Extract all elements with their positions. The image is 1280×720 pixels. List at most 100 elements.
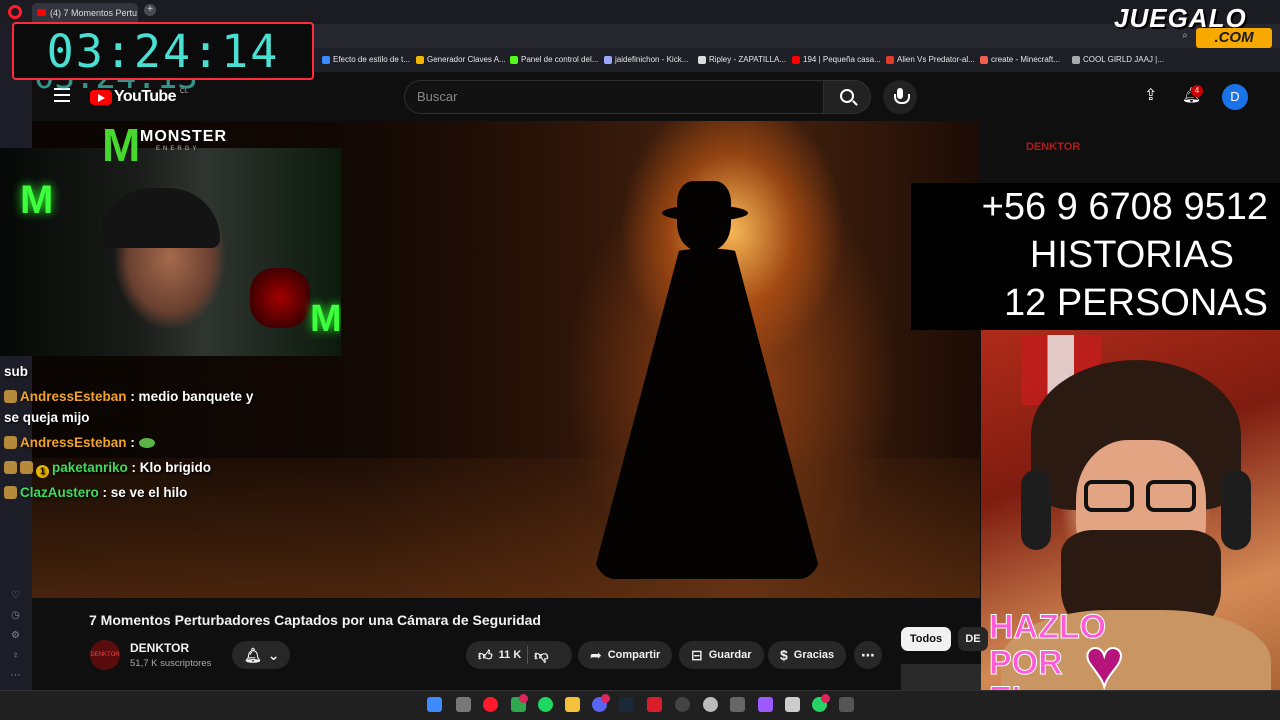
new-tab-button[interactable]: +	[144, 4, 156, 16]
shield-icon	[886, 55, 894, 64]
webcam-red-light	[250, 268, 310, 328]
bookmark-item[interactable]: 194 | Pequeña casa...	[792, 55, 881, 64]
bookmark-item[interactable]: jaidefinichon - Kick...	[604, 55, 688, 64]
hazlo-line: POR	[989, 644, 1064, 682]
channel-name[interactable]: DENKTOR	[130, 641, 189, 655]
chat-message: AndressEsteban :	[4, 435, 155, 450]
avatar[interactable]: D	[1222, 84, 1248, 110]
chat-message: AndressEsteban : medio banquete y	[4, 389, 253, 404]
recommended-thumbnail[interactable]	[901, 664, 981, 690]
notepad-icon[interactable]	[785, 697, 800, 712]
history-icon[interactable]: ◷	[10, 610, 21, 621]
globe-icon	[604, 55, 612, 64]
youtube-logo[interactable]: YouTube CL	[90, 88, 189, 106]
chat-user[interactable]: paketanriko	[52, 460, 128, 475]
notification-dot	[519, 694, 528, 703]
thanks-icon: $	[780, 647, 788, 663]
app-icon[interactable]	[758, 697, 773, 712]
lightbulb-icon[interactable]: ♀	[10, 650, 21, 661]
chevron-down-icon: ⌄	[267, 647, 280, 663]
bell-icon: 🔔︎	[244, 647, 262, 663]
chat-message: se queja mijo	[4, 410, 90, 425]
chat-user[interactable]: AndressEsteban	[20, 389, 127, 404]
headphone-icon	[1221, 470, 1251, 550]
juegalo-domain: .COM	[1196, 28, 1272, 48]
video-figure-hat	[662, 205, 748, 221]
monster-claw-icon: M	[310, 298, 341, 340]
filter-chip-all[interactable]: Todos	[901, 627, 951, 651]
more-icon[interactable]: ⋯	[10, 670, 21, 681]
bookmark-item[interactable]: create - Minecraft...	[980, 55, 1060, 64]
bookmark-item[interactable]: Alien Vs Predator-al...	[886, 55, 975, 64]
opera-icon[interactable]	[483, 697, 498, 712]
chat-user[interactable]: ClazAustero	[20, 485, 99, 500]
badge-icon	[4, 436, 17, 449]
chrome-icon[interactable]	[703, 697, 718, 712]
dislike-icon[interactable]: 👎︎	[534, 648, 548, 662]
menu-icon[interactable]	[54, 88, 70, 102]
sub-badge-icon: 1	[36, 465, 49, 478]
like-icon[interactable]: 👍︎	[478, 648, 493, 662]
monster-claw-icon: M	[20, 178, 54, 222]
webcam-cap	[100, 188, 220, 248]
chat-text: : se ve el hilo	[102, 485, 188, 500]
bookmark-item[interactable]: Ripley - ZAPATILLA...	[698, 55, 786, 64]
voice-search-button[interactable]	[883, 80, 917, 114]
chat-text: sub	[4, 364, 29, 379]
subscribe-bell-button[interactable]: 🔔︎ ⌄	[232, 641, 290, 669]
promo-phone: +56 9 6708 9512	[981, 186, 1268, 228]
obs-icon[interactable]	[675, 697, 690, 712]
bookmark-item[interactable]: Efecto de estilo de t...	[322, 55, 410, 64]
settings-icon[interactable]	[730, 697, 745, 712]
bookmark-icon	[1072, 55, 1080, 64]
tab-title: (4) 7 Momentos Pertu	[50, 7, 138, 18]
promo-box: +56 9 6708 9512 HISTORIAS 12 PERSONAS	[911, 183, 1280, 330]
like-count[interactable]: 11 K	[499, 649, 522, 661]
spotify-icon[interactable]	[538, 697, 553, 712]
recorder-icon[interactable]	[647, 697, 662, 712]
bookmark-item[interactable]: COOL GIRLD JAAJ |...	[1072, 55, 1164, 64]
heart-icon[interactable]: ♡	[10, 590, 21, 601]
file-explorer-icon[interactable]	[565, 697, 580, 712]
youtube-play-icon	[90, 89, 112, 105]
bookmark-item[interactable]: Panel de control del...	[510, 55, 598, 64]
app-icon[interactable]	[839, 697, 854, 712]
badge-icon	[4, 461, 17, 474]
upload-icon[interactable]: ⇪	[1144, 88, 1160, 104]
share-button[interactable]: ➦ Compartir	[578, 641, 673, 669]
like-divider	[527, 646, 529, 664]
thanks-button[interactable]: $ Gracias	[768, 641, 847, 669]
notification-dot	[601, 694, 610, 703]
settings-icon[interactable]: ⚙	[10, 630, 21, 641]
steam-icon[interactable]	[619, 697, 634, 712]
badge-icon	[20, 461, 33, 474]
save-icon: ⊟	[691, 647, 703, 663]
chat-user[interactable]: AndressEsteban	[20, 435, 127, 450]
notification-badge: 4	[1191, 85, 1203, 97]
share-label: Compartir	[607, 649, 661, 661]
search-input[interactable]: Buscar	[404, 80, 824, 114]
task-view-icon[interactable]	[456, 697, 471, 712]
share-icon: ➦	[590, 647, 602, 663]
webcam-feed: M M	[0, 148, 341, 356]
filter-chip-next[interactable]: DE	[958, 627, 988, 651]
monster-brand-text: MONSTER	[140, 128, 227, 145]
save-label: Guardar	[708, 649, 752, 661]
opera-logo-icon[interactable]	[8, 5, 22, 19]
promo-personas: 12 PERSONAS	[1004, 282, 1268, 324]
search-button[interactable]	[823, 80, 871, 114]
browser-tab[interactable]: (4) 7 Momentos Pertu	[32, 3, 138, 22]
monster-sub-text: ENERGY	[156, 146, 200, 152]
glasses-icon	[1084, 480, 1134, 512]
hazlo-line: HAZLO	[989, 608, 1107, 646]
channel-avatar[interactable]: DENKTOR	[90, 640, 120, 670]
more-icon: ⋯	[861, 647, 875, 663]
chat-text: : medio banquete y	[130, 389, 254, 404]
more-actions-button[interactable]: ⋯	[854, 641, 882, 669]
stream-timer: 03:24:14	[12, 22, 314, 80]
windows-start-icon[interactable]	[427, 697, 442, 712]
chat-message: sub	[4, 364, 28, 379]
bookmark-item[interactable]: Generador Claves A...	[416, 55, 506, 64]
save-button[interactable]: ⊟ Guardar	[679, 641, 764, 669]
denktor-logo: DENKTOR	[1026, 141, 1081, 153]
